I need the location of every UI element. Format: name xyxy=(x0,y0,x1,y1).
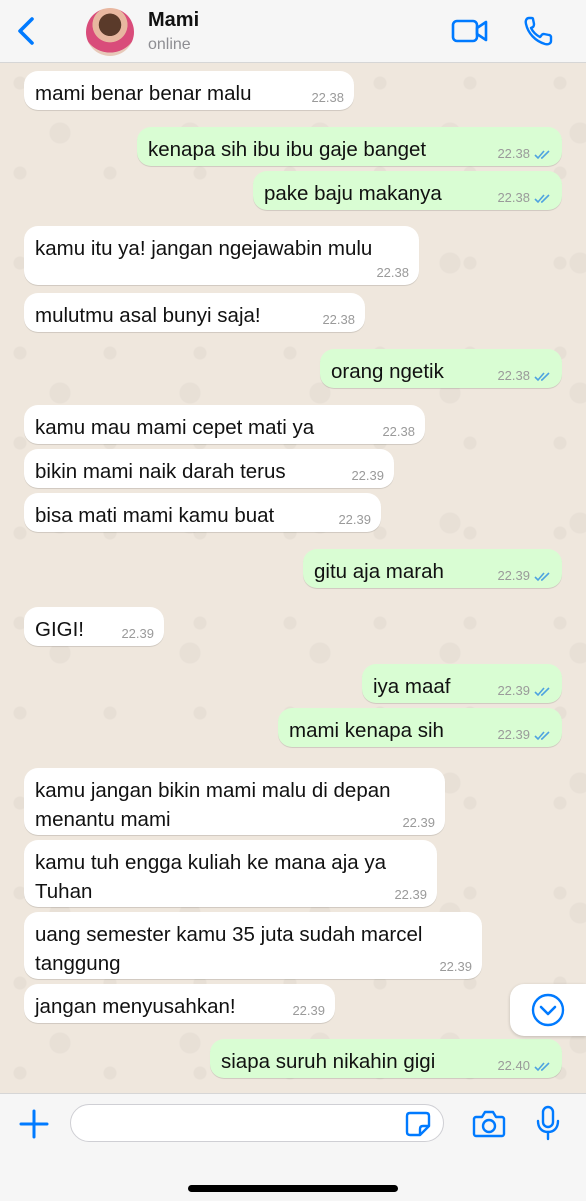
message-text: siapa suruh nikahin gigi xyxy=(221,1050,436,1073)
message-input[interactable] xyxy=(70,1104,444,1142)
message-incoming[interactable]: mami benar benar malu 22.38 xyxy=(24,71,354,110)
message-incoming[interactable]: GIGI! 22.39 xyxy=(24,607,164,646)
message-time: 22.38 xyxy=(311,90,344,105)
message-time: 22.38 xyxy=(497,368,530,383)
double-check-icon xyxy=(534,371,550,381)
message-text: uang semester kamu 35 juta sudah marcel … xyxy=(35,923,423,975)
camera-button[interactable] xyxy=(472,1108,506,1140)
message-time: 22.39 xyxy=(394,887,427,902)
chevron-left-icon xyxy=(18,17,34,45)
video-call-button[interactable] xyxy=(451,16,489,46)
message-text: mami kenapa sih xyxy=(289,719,444,742)
message-incoming[interactable]: kamu jangan bikin mami malu di depan men… xyxy=(24,768,445,835)
avatar[interactable] xyxy=(86,8,134,56)
double-check-icon xyxy=(534,149,550,159)
back-button[interactable] xyxy=(12,14,42,48)
microphone-button[interactable] xyxy=(534,1104,562,1142)
message-time: 22.39 xyxy=(497,568,530,583)
message-text: mami benar benar malu xyxy=(35,82,252,105)
message-incoming[interactable]: kamu itu ya! jangan ngejawabin mulu 22.3… xyxy=(24,226,419,285)
contact-name[interactable]: Mami xyxy=(148,9,199,32)
plus-icon xyxy=(19,1109,49,1139)
voice-call-button[interactable] xyxy=(522,14,554,48)
message-text: kamu mau mami cepet mati ya xyxy=(35,416,315,439)
sticker-button[interactable] xyxy=(404,1110,432,1138)
contact-status: online xyxy=(148,36,191,53)
message-time: 22.38 xyxy=(322,312,355,327)
message-text: kenapa sih ibu ibu gaje banget xyxy=(148,138,427,161)
message-outgoing[interactable]: mami kenapa sih 22.39 xyxy=(278,708,562,747)
message-incoming[interactable]: jangan menyusahkan! 22.39 xyxy=(24,984,335,1023)
message-outgoing[interactable]: iya maaf 22.39 xyxy=(362,664,562,703)
phone-icon xyxy=(524,16,553,46)
message-text: GIGI! xyxy=(35,618,84,641)
message-outgoing[interactable]: kenapa sih ibu ibu gaje banget 22.38 xyxy=(137,127,562,166)
attach-button[interactable] xyxy=(18,1108,50,1140)
message-incoming[interactable]: uang semester kamu 35 juta sudah marcel … xyxy=(24,912,482,979)
double-check-icon xyxy=(534,193,550,203)
message-time: 22.39 xyxy=(439,959,472,974)
message-text: kamu tuh engga kuliah ke mana aja ya Tuh… xyxy=(35,851,387,903)
message-incoming[interactable]: bisa mati mami kamu buat 22.39 xyxy=(24,493,381,532)
message-time: 22.39 xyxy=(338,512,371,527)
message-outgoing[interactable]: siapa suruh nikahin gigi 22.40 xyxy=(210,1039,562,1078)
message-text: jangan menyusahkan! xyxy=(35,995,236,1018)
double-check-icon xyxy=(534,571,550,581)
double-check-icon xyxy=(534,730,550,740)
message-time: 22.39 xyxy=(497,683,530,698)
message-text: bikin mami naik darah terus xyxy=(35,460,286,483)
message-text: mulutmu asal bunyi saja! xyxy=(35,304,261,327)
message-incoming[interactable]: kamu tuh engga kuliah ke mana aja ya Tuh… xyxy=(24,840,437,907)
message-time: 22.40 xyxy=(497,1058,530,1073)
sticker-icon xyxy=(405,1111,431,1137)
message-time: 22.39 xyxy=(292,1003,325,1018)
message-outgoing[interactable]: gitu aja marah 22.39 xyxy=(303,549,562,588)
message-time: 22.39 xyxy=(497,727,530,742)
message-outgoing[interactable]: pake baju makanya 22.38 xyxy=(253,171,562,210)
message-time: 22.38 xyxy=(497,190,530,205)
video-camera-icon xyxy=(451,19,488,43)
message-time: 22.38 xyxy=(497,146,530,161)
message-incoming[interactable]: kamu mau mami cepet mati ya 22.38 xyxy=(24,405,425,444)
message-time: 22.39 xyxy=(121,626,154,641)
home-indicator xyxy=(188,1185,398,1192)
message-time: 22.39 xyxy=(351,468,384,483)
double-check-icon xyxy=(534,1061,550,1071)
double-check-icon xyxy=(534,686,550,696)
camera-icon xyxy=(472,1110,506,1138)
message-text: bisa mati mami kamu buat xyxy=(35,504,275,527)
message-incoming[interactable]: bikin mami naik darah terus 22.39 xyxy=(24,449,394,488)
message-time: 22.38 xyxy=(382,424,415,439)
message-incoming[interactable]: mulutmu asal bunyi saja! 22.38 xyxy=(24,293,365,332)
chat-header: Mami online xyxy=(0,0,586,63)
message-text: iya maaf xyxy=(373,675,451,698)
message-composer xyxy=(0,1093,586,1201)
message-outgoing[interactable]: orang ngetik 22.38 xyxy=(320,349,562,388)
chevron-down-circle-icon xyxy=(531,993,565,1027)
scroll-to-bottom-button[interactable] xyxy=(510,984,586,1036)
message-text: orang ngetik xyxy=(331,360,444,383)
message-text: kamu itu ya! jangan ngejawabin mulu xyxy=(35,237,373,260)
message-text: kamu jangan bikin mami malu di depan men… xyxy=(35,779,391,831)
message-text: gitu aja marah xyxy=(314,560,444,583)
message-time: 22.39 xyxy=(402,815,435,830)
chat-area[interactable]: mami benar benar malu 22.38 kenapa sih i… xyxy=(0,63,586,1093)
message-text: pake baju makanya xyxy=(264,182,442,205)
message-time: 22.38 xyxy=(376,265,409,280)
microphone-icon xyxy=(536,1105,560,1141)
